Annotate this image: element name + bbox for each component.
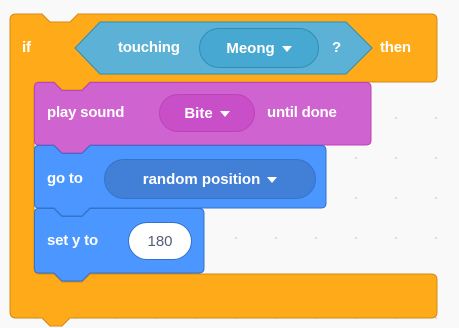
set-y-label: set y to bbox=[47, 232, 98, 249]
question-mark: ? bbox=[332, 39, 341, 56]
touching-target-dropdown[interactable]: Meong bbox=[199, 28, 319, 68]
sound-dropdown[interactable]: Bite bbox=[159, 94, 255, 132]
if-label: if bbox=[22, 39, 31, 56]
sound-value: Bite bbox=[184, 104, 213, 122]
go-to-block[interactable]: go to random position bbox=[34, 145, 334, 217]
chevron-down-icon bbox=[267, 177, 278, 183]
chevron-down-icon bbox=[219, 111, 230, 117]
touching-label: touching bbox=[118, 39, 180, 56]
go-to-label: go to bbox=[47, 170, 83, 187]
set-y-block[interactable]: set y to 180 bbox=[34, 208, 214, 282]
touching-target-value: Meong bbox=[226, 39, 275, 57]
go-to-target-dropdown[interactable]: random position bbox=[104, 159, 316, 199]
play-sound-block[interactable]: play sound Bite until done bbox=[34, 82, 374, 154]
y-value: 180 bbox=[147, 232, 173, 250]
until-done-label: until done bbox=[267, 104, 337, 121]
chevron-down-icon bbox=[281, 46, 292, 52]
then-label: then bbox=[380, 39, 411, 56]
go-to-target-value: random position bbox=[142, 170, 261, 188]
y-value-input[interactable]: 180 bbox=[128, 222, 192, 260]
touching-condition-block[interactable]: touching Meong ? bbox=[74, 21, 374, 75]
play-sound-label: play sound bbox=[47, 104, 125, 121]
